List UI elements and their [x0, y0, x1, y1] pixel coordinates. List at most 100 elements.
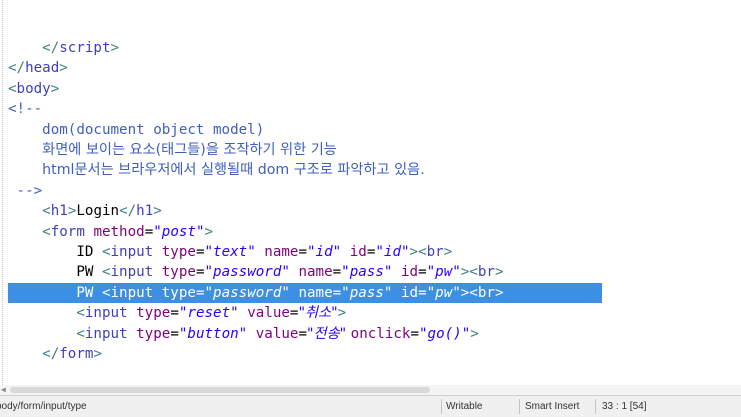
code-token: PW: [76, 284, 102, 301]
code-token: type: [161, 244, 196, 260]
code-token: <: [76, 305, 85, 322]
code-line[interactable]: </head>: [8, 58, 741, 78]
scroll-left-icon[interactable]: ◀: [1, 386, 6, 394]
code-token: =: [418, 264, 427, 281]
code-line-selected[interactable]: PW <input type="password" name="pass" id…: [8, 283, 741, 303]
code-token: name: [298, 264, 333, 281]
code-token: script: [59, 40, 111, 56]
code-line[interactable]: <input type="reset" value="취소">: [8, 303, 741, 323]
code-token: <: [8, 80, 17, 97]
scrollbar-thumb[interactable]: [10, 387, 430, 393]
code-token: input: [84, 325, 137, 342]
code-line[interactable]: <h1>Login</h1>: [8, 201, 741, 221]
code-token: input: [110, 244, 162, 260]
code-token: name: [264, 244, 299, 260]
code-token: form: [59, 346, 94, 362]
code-line[interactable]: dom(document object model): [8, 120, 741, 140]
code-token: =: [410, 325, 420, 342]
indent-guide: [2, 0, 4, 385]
code-line[interactable]: <form method="post">: [8, 222, 741, 242]
code-token: type: [136, 305, 171, 322]
code-token: >: [204, 223, 214, 240]
code-token: <: [42, 203, 51, 220]
code-editor[interactable]: </script> </head> <body> <!-- dom(document …: [0, 0, 741, 395]
code-token: br: [477, 284, 495, 301]
code-token: "pass": [341, 284, 401, 301]
code-token: >: [110, 40, 120, 56]
code-token: >: [494, 264, 504, 281]
code-token: dom(document object model): [42, 121, 265, 138]
code-token: id: [400, 284, 419, 301]
code-token: 화면에 보이는 요소(태그들)을 조작하기 위한 기능: [42, 142, 337, 158]
code-token: =: [170, 305, 179, 322]
code-token: <: [101, 264, 111, 281]
code-token: id: [349, 244, 367, 260]
code-line[interactable]: 화면에 보이는 요소(태그들)을 조작하기 위한 기능: [8, 140, 741, 160]
code-token: input: [84, 305, 137, 322]
code-token: name: [298, 284, 333, 301]
code-token: </: [8, 60, 26, 77]
code-token: >: [59, 60, 68, 77]
code-token: h1: [50, 203, 68, 220]
code-line[interactable]: PW <input type="password" name="pass" id…: [8, 262, 741, 282]
code-token: h1: [136, 203, 154, 220]
code-token: type: [136, 325, 171, 342]
code-line[interactable]: </script>: [8, 38, 741, 58]
code-token: <: [101, 244, 111, 260]
code-token: br: [426, 244, 444, 260]
code-token: </: [42, 346, 60, 362]
code-token: PW: [76, 264, 102, 281]
code-token: value: [255, 325, 299, 342]
code-token: "pw": [426, 284, 461, 301]
status-insert-mode: Smart Insert: [525, 401, 580, 412]
code-token: id: [400, 264, 419, 281]
code-token: =: [418, 284, 427, 301]
code-token: method: [93, 223, 145, 240]
code-token: =: [332, 284, 342, 301]
code-token: ID: [76, 244, 102, 260]
code-line[interactable]: </form>: [8, 344, 741, 364]
status-cursor-position: 33 : 1 [54]: [602, 401, 647, 412]
code-token: =: [298, 244, 307, 260]
code-line[interactable]: html문서는 브라우저에서 실행될때 dom 구조로 파악하고 있음.: [8, 160, 741, 180]
horizontal-scrollbar[interactable]: ◀: [0, 385, 741, 395]
code-token: html문서는 브라우저에서 실행될때 dom 구조로 파악하고 있음.: [42, 162, 425, 179]
code-token: <: [101, 284, 111, 301]
code-line[interactable]: <body>: [8, 79, 741, 99]
code-token: "button": [178, 325, 256, 342]
code-token: </: [42, 40, 60, 56]
code-token: >: [50, 80, 60, 97]
code-token: >: [337, 305, 347, 322]
code-token: </: [119, 203, 137, 220]
code-line[interactable]: <input type="button" value="전송" onclick=…: [8, 324, 741, 344]
code-token: =: [170, 325, 179, 342]
code-token: form: [50, 223, 94, 240]
code-token: >: [470, 325, 479, 342]
code-token: ><: [409, 244, 427, 260]
code-token: <!--: [8, 101, 43, 118]
code-line[interactable]: ID <input type="text" name="id" id="id">…: [8, 242, 741, 262]
code-token: -->: [16, 182, 43, 199]
code-token: br: [477, 264, 495, 281]
code-token: =: [332, 264, 342, 281]
code-token: "id": [375, 244, 410, 260]
code-token: head: [25, 60, 60, 77]
code-line[interactable]: <!--: [8, 99, 741, 119]
code-token: ><: [460, 264, 478, 281]
code-token: =: [144, 223, 154, 240]
code-token: "전송": [307, 325, 351, 342]
status-separator: [441, 399, 442, 414]
code-line[interactable]: -->: [8, 181, 741, 201]
code-token: "password": [204, 284, 299, 301]
code-token: value: [247, 305, 290, 322]
code-token: "go()": [419, 325, 471, 342]
